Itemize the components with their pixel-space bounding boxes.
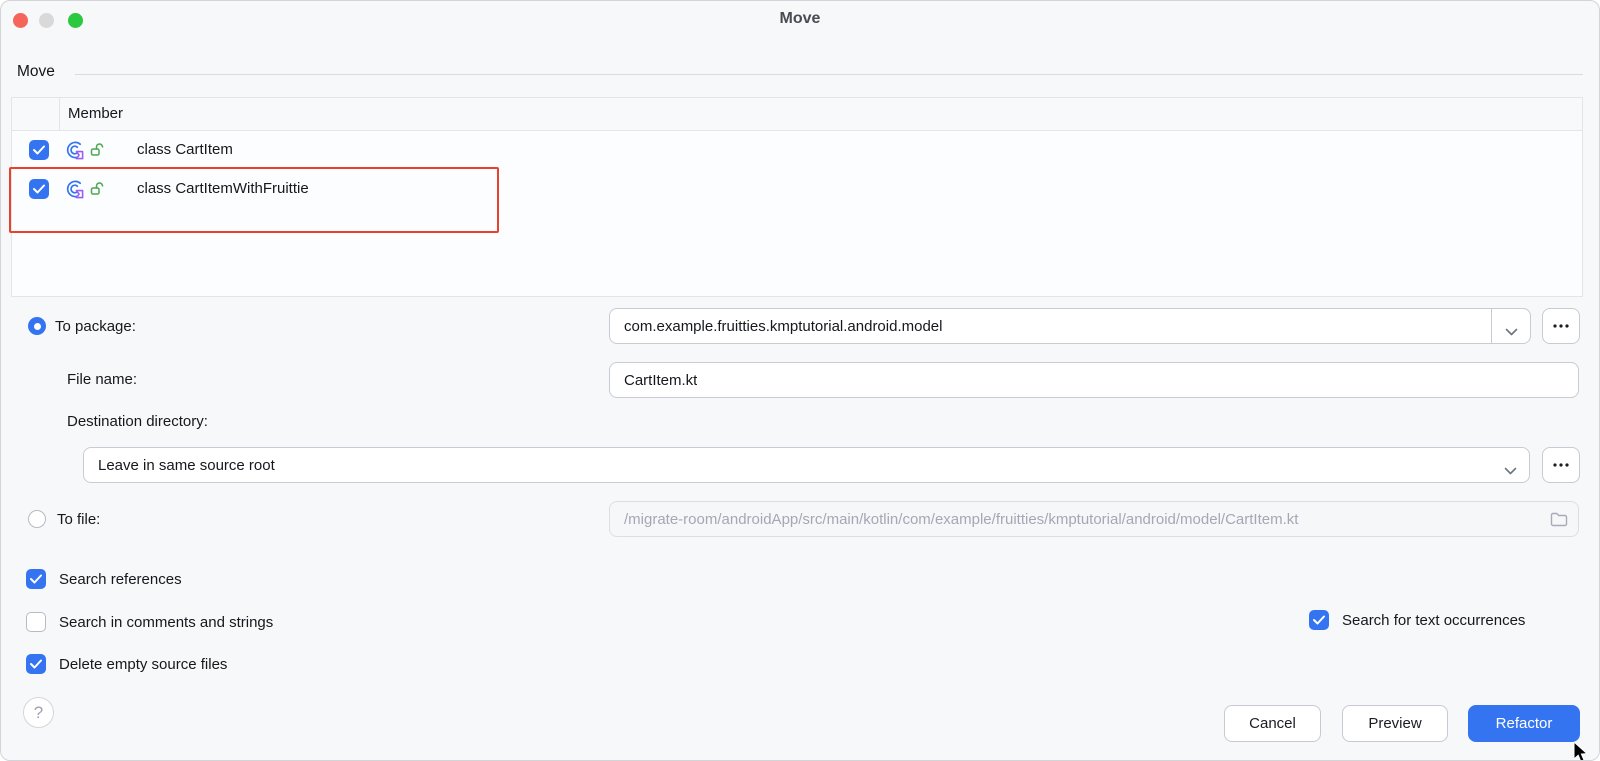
ellipsis-icon <box>1553 463 1569 467</box>
combo-divider <box>1491 309 1492 343</box>
cancel-button[interactable]: Cancel <box>1224 705 1321 742</box>
to-package-label: To package: <box>55 318 136 336</box>
section-title: Move <box>17 63 55 81</box>
section-divider <box>75 74 1583 75</box>
column-divider <box>59 98 60 131</box>
check-icon <box>30 574 42 584</box>
to-file-value: /migrate-room/androidApp/src/main/kotlin… <box>610 511 1332 528</box>
destination-browse-button[interactable] <box>1542 447 1580 483</box>
destination-dropdown[interactable]: Leave in same source root <box>83 447 1530 483</box>
row-checkbox[interactable] <box>29 179 49 199</box>
to-file-input: /migrate-room/androidApp/src/main/kotlin… <box>609 501 1579 537</box>
search-text-occurrences-checkbox[interactable] <box>1309 610 1329 630</box>
kotlin-class-icon <box>64 139 86 166</box>
member-table-header: Member <box>12 98 1582 131</box>
search-comments-label: Search in comments and strings <box>59 614 273 631</box>
delete-empty-label: Delete empty source files <box>59 656 227 673</box>
move-dialog: Move Move Member <box>0 0 1600 761</box>
check-icon <box>1313 615 1325 625</box>
delete-empty-checkbox[interactable] <box>26 654 46 674</box>
search-text-occurrences-option[interactable]: Search for text occurrences <box>1309 610 1525 630</box>
check-icon <box>33 145 45 155</box>
file-name-input[interactable]: CartItem.kt <box>609 362 1579 398</box>
file-name-label: File name: <box>67 371 137 389</box>
to-file-label: To file: <box>57 511 100 529</box>
check-icon <box>33 184 45 194</box>
preview-button[interactable]: Preview <box>1342 705 1448 742</box>
to-file-radio[interactable] <box>28 510 46 528</box>
refactor-button[interactable]: Refactor <box>1468 705 1580 742</box>
mouse-cursor <box>1573 742 1591 761</box>
search-text-occurrences-label: Search for text occurrences <box>1342 612 1525 629</box>
table-row[interactable]: class CartItem <box>12 131 1582 170</box>
table-row[interactable]: class CartItemWithFruittie <box>12 170 1582 209</box>
delete-empty-option[interactable]: Delete empty source files <box>26 654 227 674</box>
search-references-label: Search references <box>59 571 182 588</box>
member-label: class CartItemWithFruittie <box>137 180 309 197</box>
member-column-header: Member <box>68 105 123 122</box>
search-comments-option[interactable]: Search in comments and strings <box>26 612 273 632</box>
dialog-title: Move <box>1 10 1599 28</box>
search-references-option[interactable]: Search references <box>26 569 182 589</box>
package-browse-button[interactable] <box>1542 308 1580 344</box>
folder-icon <box>1550 512 1568 531</box>
row-checkbox[interactable] <box>29 140 49 160</box>
package-combobox[interactable]: com.example.fruitties.kmptutorial.androi… <box>609 308 1531 344</box>
file-name-value: CartItem.kt <box>610 372 697 389</box>
destination-label: Destination directory: <box>67 413 208 431</box>
ellipsis-icon <box>1553 324 1569 328</box>
destination-value: Leave in same source root <box>84 457 275 474</box>
member-table: Member class CartItem <box>11 97 1583 297</box>
chevron-down-icon[interactable] <box>1505 323 1518 340</box>
question-mark-icon: ? <box>34 703 43 723</box>
chevron-down-icon[interactable] <box>1504 462 1517 479</box>
search-references-checkbox[interactable] <box>26 569 46 589</box>
to-package-radio[interactable] <box>28 317 46 335</box>
unlock-icon <box>90 181 105 201</box>
search-comments-checkbox[interactable] <box>26 612 46 632</box>
kotlin-class-icon <box>64 178 86 205</box>
member-label: class CartItem <box>137 141 233 158</box>
help-button[interactable]: ? <box>23 697 54 728</box>
package-value: com.example.fruitties.kmptutorial.androi… <box>610 318 942 335</box>
check-icon <box>30 659 42 669</box>
unlock-icon <box>90 142 105 162</box>
